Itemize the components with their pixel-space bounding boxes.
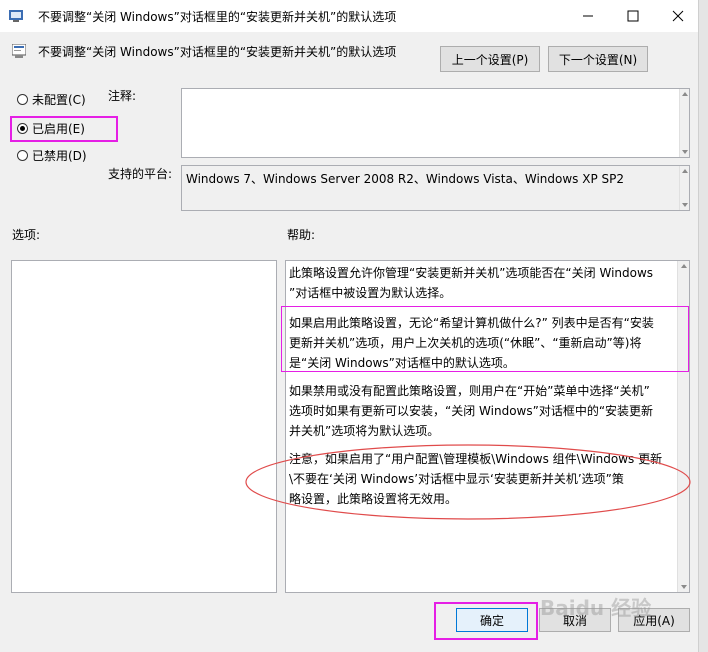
- options-label: 选项:: [12, 228, 41, 242]
- options-pane: [11, 260, 277, 593]
- scroll-up-icon[interactable]: [682, 169, 688, 173]
- minimize-button[interactable]: [565, 0, 611, 32]
- setting-icon: [11, 43, 27, 58]
- radio-not-configured[interactable]: 未配置(C): [17, 91, 86, 108]
- scroll-down-icon[interactable]: [682, 203, 688, 207]
- highlight-paragraph-annotation: [281, 306, 689, 372]
- scroll-down-icon[interactable]: [682, 150, 688, 154]
- comment-scrollbar[interactable]: [679, 89, 689, 157]
- help-paragraph-1: 此策略设置允许你管理“安装更新并关机”选项能否在“关闭 Windows ”对话框…: [289, 266, 654, 300]
- scroll-up-icon[interactable]: [682, 92, 688, 96]
- radio-circle: [17, 150, 28, 161]
- platform-value: Windows 7、Windows Server 2008 R2、Windows…: [186, 172, 625, 186]
- previous-setting-button[interactable]: 上一个设置(P): [440, 46, 540, 72]
- scroll-up-icon[interactable]: [681, 264, 687, 268]
- highlight-enabled-annotation: [10, 116, 118, 142]
- red-ellipse-annotation: [245, 444, 691, 520]
- background-window-edge: [698, 0, 708, 652]
- help-paragraph-3: 如果禁用或没有配置此策略设置，则用户在“开始”菜单中选择“关机” 选项时如果有更…: [289, 384, 654, 438]
- platform-label: 支持的平台:: [108, 167, 173, 181]
- scroll-down-icon[interactable]: [681, 585, 687, 589]
- comment-textarea[interactable]: [181, 88, 690, 158]
- setting-name: 不要调整“关闭 Windows”对话框里的“安装更新并关机”的默认选项: [38, 45, 397, 59]
- radio-circle: [17, 94, 28, 105]
- minimize-icon: [583, 15, 593, 17]
- close-button[interactable]: [655, 0, 701, 32]
- platform-scrollbar[interactable]: [679, 166, 689, 210]
- platform-field: Windows 7、Windows Server 2008 R2、Windows…: [181, 165, 690, 211]
- radio-disabled[interactable]: 已禁用(D): [17, 147, 87, 164]
- window-title: 不要调整“关闭 Windows”对话框里的“安装更新并关机”的默认选项: [38, 10, 397, 24]
- maximize-button[interactable]: [610, 0, 656, 32]
- help-label: 帮助:: [287, 228, 316, 242]
- watermark: Baidu 经验: [540, 596, 652, 620]
- next-setting-button[interactable]: 下一个设置(N): [548, 46, 648, 72]
- maximize-icon: [627, 10, 639, 22]
- comment-label: 注释:: [108, 89, 137, 103]
- close-icon: [672, 10, 684, 22]
- policy-icon: [9, 9, 23, 23]
- radio-label: 已禁用(D): [32, 149, 87, 163]
- highlight-ok-annotation: [434, 602, 538, 640]
- radio-label: 未配置(C): [32, 93, 86, 107]
